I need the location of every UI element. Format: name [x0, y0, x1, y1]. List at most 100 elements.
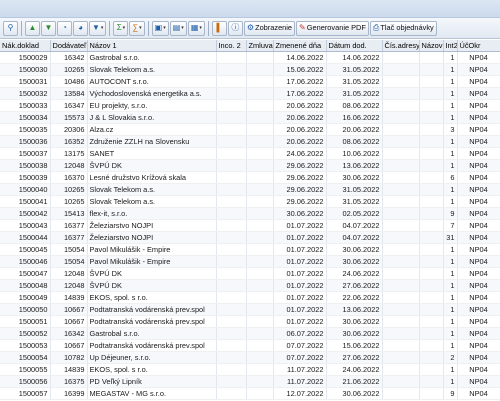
vendor-cell[interactable]: 14839 — [50, 363, 88, 376]
column-header-incoterms[interactable]: Inco. 2 — [216, 40, 247, 52]
delivery-date-cell[interactable]: 30.06.2022 — [326, 243, 383, 256]
table-row[interactable]: 1500047 12048 ŠVPÚ DK 01.07.2022 24.06.2022 1… — [0, 267, 500, 280]
address-name-cell[interactable] — [419, 195, 444, 208]
subtotal-button[interactable]: ∑ ▾ — [129, 20, 145, 36]
order-cell[interactable]: 1500053 — [0, 339, 51, 352]
changed-on-cell[interactable]: 29.06.2022 — [273, 183, 327, 196]
address-name-cell[interactable] — [419, 315, 444, 328]
changed-on-cell[interactable]: 20.06.2022 — [273, 135, 327, 148]
address-number-cell[interactable] — [382, 243, 420, 256]
account-area-cell[interactable]: NP04 — [457, 219, 500, 232]
account-area-cell[interactable]: NP04 — [457, 135, 500, 148]
address-number-cell[interactable] — [382, 339, 420, 352]
delivery-date-cell[interactable]: 30.06.2022 — [326, 315, 383, 328]
int2-cell[interactable]: 1 — [443, 267, 458, 280]
delivery-date-cell[interactable]: 08.06.2022 — [326, 99, 383, 112]
order-cell[interactable]: 1500054 — [0, 351, 51, 364]
order-cell[interactable]: 1500047 — [0, 267, 51, 280]
contract-cell[interactable] — [246, 99, 274, 112]
contract-cell[interactable] — [246, 63, 274, 76]
address-name-cell[interactable] — [419, 279, 444, 292]
address-name-cell[interactable] — [419, 123, 444, 136]
incoterms-cell[interactable] — [216, 363, 247, 376]
order-cell[interactable]: 1500039 — [0, 171, 51, 184]
int2-cell[interactable]: 1 — [443, 51, 458, 64]
details-button[interactable]: ⚲ — [3, 20, 18, 36]
table-row[interactable]: 1500035 20306 Alza.cz 20.06.2022 20.06.2022 3… — [0, 123, 500, 136]
changed-on-cell[interactable]: 01.07.2022 — [273, 315, 327, 328]
incoterms-cell[interactable] — [216, 315, 247, 328]
vendor-cell[interactable]: 20306 — [50, 123, 88, 136]
account-area-cell[interactable]: NP04 — [457, 63, 500, 76]
changed-on-cell[interactable]: 01.07.2022 — [273, 231, 327, 244]
table-row[interactable]: 1500042 15413 flex-it, s.r.o. 30.06.2022 02.… — [0, 207, 500, 220]
int2-cell[interactable]: 7 — [443, 219, 458, 232]
name-cell[interactable]: SANET — [87, 147, 217, 160]
address-name-cell[interactable] — [419, 99, 444, 112]
table-row[interactable]: 1500030 10265 Slovak Telekom a.s. 15.06.202… — [0, 63, 500, 76]
delivery-date-cell[interactable]: 14.06.2022 — [326, 51, 383, 64]
vendor-cell[interactable]: 16342 — [50, 51, 88, 64]
changed-on-cell[interactable]: 29.06.2022 — [273, 159, 327, 172]
int2-cell[interactable]: 6 — [443, 171, 458, 184]
vendor-cell[interactable]: 14839 — [50, 291, 88, 304]
table-row[interactable]: 1500032 13584 Východoslovenská energetika … — [0, 87, 500, 100]
changed-on-cell[interactable]: 01.07.2022 — [273, 291, 327, 304]
incoterms-cell[interactable] — [216, 327, 247, 340]
contract-cell[interactable] — [246, 135, 274, 148]
vendor-cell[interactable]: 10782 — [50, 351, 88, 364]
changed-on-cell[interactable]: 20.06.2022 — [273, 111, 327, 124]
int2-cell[interactable]: 9 — [443, 207, 458, 220]
changed-on-cell[interactable]: 11.07.2022 — [273, 363, 327, 376]
incoterms-cell[interactable] — [216, 243, 247, 256]
account-area-cell[interactable]: NP04 — [457, 327, 500, 340]
print-order-button[interactable]: ⎙ Tlač objednávky — [369, 20, 437, 36]
order-cell[interactable]: 1500048 — [0, 279, 51, 292]
incoterms-cell[interactable] — [216, 291, 247, 304]
graphic-button[interactable]: ▌ — [211, 20, 227, 36]
incoterms-cell[interactable] — [216, 351, 247, 364]
name-cell[interactable]: ŠVPÚ DK — [87, 267, 217, 280]
table-row[interactable]: 1500052 16342 Gastrobal s.r.o. 06.07.2022 30… — [0, 327, 500, 340]
contract-cell[interactable] — [246, 375, 274, 388]
changed-on-cell[interactable]: 29.06.2022 — [273, 171, 327, 184]
address-name-cell[interactable] — [419, 375, 444, 388]
account-area-cell[interactable]: NP04 — [457, 75, 500, 88]
name-cell[interactable]: Železiarstvo NOJPI — [87, 219, 217, 232]
table-row[interactable]: 1500051 10667 Podtatranská vodárenská prev… — [0, 315, 500, 328]
order-cell[interactable]: 1500040 — [0, 183, 51, 196]
vendor-cell[interactable]: 10667 — [50, 303, 88, 316]
address-number-cell[interactable] — [382, 279, 420, 292]
vendor-cell[interactable]: 16342 — [50, 327, 88, 340]
incoterms-cell[interactable] — [216, 231, 247, 244]
table-row[interactable]: 1500050 10667 Podtatranská vodárenská prev… — [0, 303, 500, 316]
delivery-date-cell[interactable]: 31.05.2022 — [326, 183, 383, 196]
contract-cell[interactable] — [246, 315, 274, 328]
table-row[interactable]: 1500048 12048 ŠVPÚ DK 01.07.2022 27.06.2022 1… — [0, 279, 500, 292]
find-button[interactable]: ◔ — [57, 20, 72, 36]
address-number-cell[interactable] — [382, 87, 420, 100]
address-name-cell[interactable] — [419, 387, 444, 400]
changed-on-cell[interactable]: 12.07.2022 — [273, 387, 327, 400]
address-name-cell[interactable] — [419, 51, 444, 64]
info-button[interactable]: ⓘ — [227, 20, 243, 36]
changed-on-cell[interactable]: 29.06.2022 — [273, 195, 327, 208]
address-name-cell[interactable] — [419, 75, 444, 88]
name-cell[interactable]: Železiarstvo NOJPI — [87, 231, 217, 244]
address-name-cell[interactable] — [419, 219, 444, 232]
layout-button[interactable]: ▦ ▾ — [187, 20, 205, 36]
table-row[interactable]: 1500033 16347 EU projekty, s.r.o. 20.06.202… — [0, 99, 500, 112]
address-number-cell[interactable] — [382, 267, 420, 280]
order-cell[interactable]: 1500045 — [0, 243, 51, 256]
contract-cell[interactable] — [246, 87, 274, 100]
address-name-cell[interactable] — [419, 159, 444, 172]
changed-on-cell[interactable]: 11.07.2022 — [273, 375, 327, 388]
address-name-cell[interactable] — [419, 267, 444, 280]
vendor-cell[interactable]: 12048 — [50, 279, 88, 292]
int2-cell[interactable]: 1 — [443, 63, 458, 76]
table-row[interactable]: 1500040 10265 Slovak Telekom a.s. 29.06.202… — [0, 183, 500, 196]
export-button[interactable]: ▤ ▾ — [169, 20, 187, 36]
sort-ascending-button[interactable]: ▲ — [25, 20, 40, 36]
address-name-cell[interactable] — [419, 135, 444, 148]
address-number-cell[interactable] — [382, 51, 420, 64]
